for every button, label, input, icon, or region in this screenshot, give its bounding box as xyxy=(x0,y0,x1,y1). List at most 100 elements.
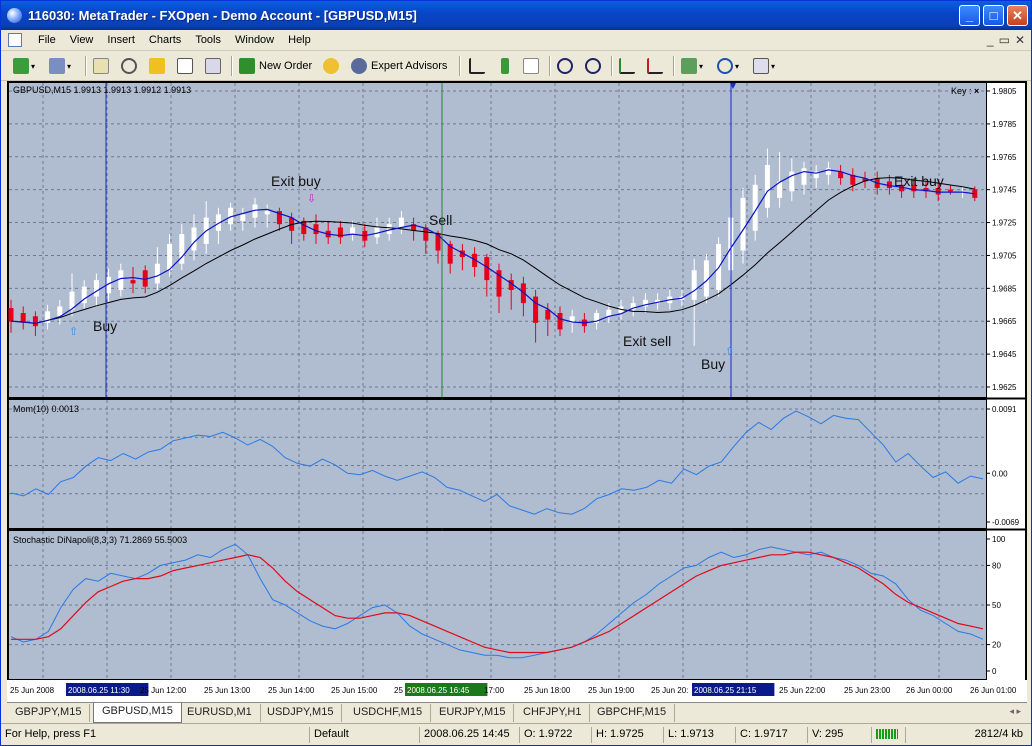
autotrading-indicator[interactable] xyxy=(323,56,339,76)
profiles-button[interactable]: ▾ xyxy=(49,56,71,76)
periods-button[interactable]: ▾ xyxy=(717,56,739,76)
candle-bull xyxy=(398,217,404,228)
time-label: 25 Jun 15:00 xyxy=(331,686,378,695)
candle-bull xyxy=(764,165,770,208)
menu-charts[interactable]: Charts xyxy=(142,34,188,46)
menu-help[interactable]: Help xyxy=(281,34,318,46)
mom-tick-label: 0.00 xyxy=(992,469,1008,478)
auto-scroll-icon xyxy=(619,58,635,74)
star-icon xyxy=(149,58,165,74)
menu-file[interactable]: File xyxy=(31,34,63,46)
chart-canvas[interactable]: GBPUSD,M15 1.9913 1.9913 1.9912 1.9913 K… xyxy=(7,81,1027,702)
tab-gbpusd[interactable]: GBPUSD,M15 xyxy=(93,703,182,723)
tester-icon xyxy=(205,58,221,74)
close-button[interactable]: ✕ xyxy=(1007,5,1028,26)
menu-tools[interactable]: Tools xyxy=(188,34,228,46)
candle-bull xyxy=(350,227,356,235)
tester-button[interactable] xyxy=(205,56,221,76)
tab-chfjpy[interactable]: CHFJPY,H1 xyxy=(515,704,591,722)
mdi-restore-button[interactable]: ▭ xyxy=(999,33,1010,47)
auto-scroll-button[interactable] xyxy=(619,56,635,76)
mom-tick-label: 0.0091 xyxy=(992,405,1017,414)
terminal-button[interactable] xyxy=(177,56,193,76)
key-close-icon[interactable]: × xyxy=(974,86,979,96)
time-label: 25 Jun 20: xyxy=(651,686,688,695)
status-bar: For Help, press F1 Default 2008.06.25 14… xyxy=(1,723,1031,745)
connection-status-icon[interactable] xyxy=(871,727,901,743)
line-chart-icon xyxy=(523,58,539,74)
status-profile: Default xyxy=(309,727,419,743)
mom-tick-label: -0.0069 xyxy=(992,518,1020,527)
candle-bull xyxy=(191,227,197,251)
navigator-button[interactable] xyxy=(149,56,165,76)
time-label: 25 Jun 14:00 xyxy=(268,686,315,695)
document-icon[interactable] xyxy=(8,33,22,47)
status-volume: V: 295 xyxy=(807,727,867,743)
candlestick-button[interactable] xyxy=(497,56,513,76)
toolbar: ▾ ▾ New Order Expert Advisors ▾ ▾ ▾ xyxy=(1,51,1031,81)
tab-usdjpy[interactable]: USDJPY,M15 xyxy=(259,704,343,722)
chart-shift-button[interactable] xyxy=(647,56,663,76)
time-label: 25 Jun 2008 xyxy=(10,686,55,695)
stoch-tick-label: 20 xyxy=(992,641,1001,650)
expert-advisors-button[interactable]: Expert Advisors xyxy=(351,56,447,76)
new-order-icon xyxy=(239,58,255,74)
data-window-button[interactable] xyxy=(121,56,137,76)
annotation-buy-2: Buy xyxy=(701,356,725,372)
zoom-in-button[interactable] xyxy=(557,56,573,76)
bar-chart-button[interactable] xyxy=(469,56,485,76)
zoom-out-button[interactable] xyxy=(585,56,601,76)
tab-scroll-arrows[interactable]: ◂ ▸ xyxy=(1009,706,1021,717)
maximize-button[interactable]: □ xyxy=(983,5,1004,26)
tab-gbpjpy[interactable]: GBPJPY,M15 xyxy=(7,704,91,722)
candle-bear xyxy=(301,220,307,235)
indicators-button[interactable]: ▾ xyxy=(681,56,703,76)
tab-gbpchf[interactable]: GBPCHF,M15 xyxy=(589,704,676,722)
time-label: 2008.06.25 16:45 xyxy=(407,686,470,695)
chart-window[interactable]: GBPUSD,M15 1.9913 1.9913 1.9912 1.9913 K… xyxy=(7,81,1027,702)
minimize-button[interactable]: _ xyxy=(959,5,980,26)
candle-bull xyxy=(93,280,99,297)
tab-usdchf[interactable]: USDCHF,M15 xyxy=(345,704,432,722)
main-header: GBPUSD,M15 1.9913 1.9913 1.9912 1.9913 xyxy=(13,85,191,95)
candle-bear xyxy=(557,313,563,330)
line-chart-button[interactable] xyxy=(523,56,539,76)
annotation-sell: Sell xyxy=(429,212,452,228)
window-title: 116030: MetaTrader - FXOpen - Demo Accou… xyxy=(28,8,417,23)
tab-eurjpy[interactable]: EURJPY,M15 xyxy=(431,704,515,722)
clock-icon xyxy=(717,58,733,74)
time-label: 2008.06.25 11:30 xyxy=(68,686,130,695)
market-watch-icon xyxy=(93,58,109,74)
status-high: H: 1.9725 xyxy=(591,727,659,743)
title-bar[interactable]: 116030: MetaTrader - FXOpen - Demo Accou… xyxy=(1,1,1031,30)
time-label: 17:00 xyxy=(484,686,505,695)
expert-advisors-icon xyxy=(351,58,367,74)
time-label: 25 Jun 18:00 xyxy=(524,686,571,695)
stoch-tick-label: 50 xyxy=(992,601,1001,610)
status-close: C: 1.9717 xyxy=(735,727,803,743)
price-axis[interactable] xyxy=(987,83,1025,680)
stoch-tick-label: 100 xyxy=(992,535,1006,544)
chart-tabs: GBPJPY,M15 GBPUSD,M15 EURUSD,M1 USDJPY,M… xyxy=(7,702,1027,723)
menu-window[interactable]: Window xyxy=(228,34,281,46)
candle-bear xyxy=(130,280,136,284)
menu-insert[interactable]: Insert xyxy=(100,34,142,46)
new-chart-button[interactable]: ▾ xyxy=(13,56,35,76)
price-tick-label: 1.9645 xyxy=(992,350,1017,359)
momentum-header: Mom(10) 0.0013 xyxy=(13,404,79,414)
tab-eurusd[interactable]: EURUSD,M1 xyxy=(179,704,261,722)
price-tick-label: 1.9625 xyxy=(992,383,1017,392)
market-watch-button[interactable] xyxy=(93,56,109,76)
menu-view[interactable]: View xyxy=(63,34,101,46)
indicators-icon xyxy=(681,58,697,74)
status-low: L: 1.9713 xyxy=(663,727,731,743)
momentum-panel-bg xyxy=(9,400,986,528)
mdi-minimize-button[interactable]: _ xyxy=(987,33,994,47)
candle-bear xyxy=(545,309,551,320)
time-label: 25 Jun 23:00 xyxy=(844,686,891,695)
candle-bull xyxy=(57,306,63,317)
mdi-close-button[interactable]: ✕ xyxy=(1015,33,1025,47)
templates-button[interactable]: ▾ xyxy=(753,56,775,76)
new-order-button[interactable]: New Order xyxy=(239,56,312,76)
metatrader-window: 116030: MetaTrader - FXOpen - Demo Accou… xyxy=(0,0,1032,746)
